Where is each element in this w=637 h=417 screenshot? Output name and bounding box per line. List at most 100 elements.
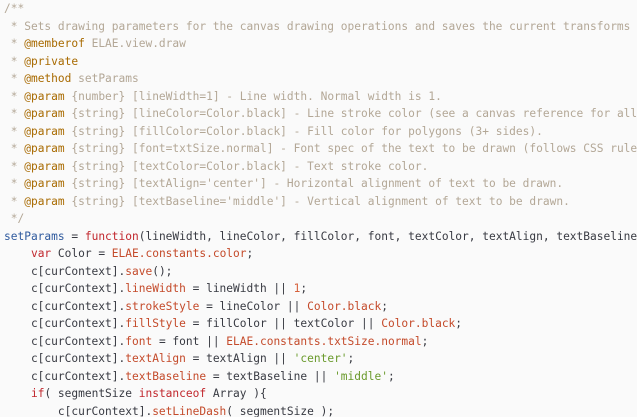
code-token: @param <box>24 89 65 103</box>
code-line[interactable]: * @param {string} [lineColor=Color.black… <box>4 105 637 122</box>
code-token: lineWidth <box>125 282 186 295</box>
code-token: ; <box>387 369 395 383</box>
code-token: = textBaseline || <box>206 369 335 383</box>
code-token: @param <box>24 159 65 173</box>
code-line[interactable]: var Color = ELAE.constants.color; <box>4 245 253 262</box>
code-token: ; <box>421 334 429 348</box>
code-token: 'middle' <box>334 369 388 383</box>
code-token: * <box>4 194 25 208</box>
code-token: c[curContext]. <box>4 404 153 417</box>
code-token: c[curContext]. <box>4 282 126 295</box>
code-token: @param <box>24 177 65 190</box>
code-token: {string} [textBaseline='middle'] - Verti… <box>64 194 570 208</box>
code-token: font <box>125 334 153 348</box>
code-token: var <box>30 247 52 260</box>
code-token: strokeStyle <box>125 299 200 313</box>
code-line[interactable]: * @memberof ELAE.view.draw <box>4 35 186 52</box>
code-line[interactable]: c[curContext].textBaseline = textBaselin… <box>4 368 395 385</box>
code-line[interactable]: if( segmentSize instanceof Array ){ <box>4 385 267 402</box>
code-token: {string} [fillColor=Color.black] - Fill … <box>64 124 543 138</box>
code-token: = lineWidth || <box>185 282 294 295</box>
code-token: * <box>4 124 25 138</box>
code-line[interactable]: c[curContext].fillStyle = fillColor || t… <box>4 315 462 332</box>
code-line[interactable]: * @private <box>4 53 78 70</box>
code-line[interactable]: c[curContext].save(); <box>4 263 172 280</box>
code-token: c[curContext]. <box>4 317 126 330</box>
code-token: textBaseline <box>125 369 207 383</box>
code-token: c[curContext]. <box>4 352 126 365</box>
code-token: = font || <box>152 334 227 348</box>
code-line[interactable]: c[curContext].textAlign = textAlign || '… <box>4 350 354 367</box>
code-token: (lineWidth, lineColor, fillColor, font, … <box>138 229 637 243</box>
code-token: * <box>4 107 25 120</box>
code-token: instanceof <box>138 387 207 400</box>
code-line[interactable]: * @method setParams <box>4 70 139 87</box>
code-line[interactable]: * @param {number} [lineWidth=1] - Line w… <box>4 88 442 105</box>
code-line[interactable]: * @param {string} [font=txtSize.normal] … <box>4 140 637 157</box>
code-token: * <box>4 54 25 68</box>
code-token: ; <box>300 282 308 295</box>
code-editor[interactable]: /** * Sets drawing parameters for the ca… <box>0 0 637 417</box>
code-token: {string} [textAlign='center'] - Horizont… <box>64 177 564 190</box>
code-token: setLineDash <box>152 404 227 417</box>
code-token: @method <box>24 72 72 85</box>
code-token: = lineColor || <box>199 299 308 313</box>
code-line[interactable]: /** <box>4 0 24 17</box>
code-token: Color.black <box>381 317 456 330</box>
code-line[interactable]: c[curContext].setLineDash( segmentSize )… <box>4 403 334 417</box>
code-token: */ <box>4 212 25 225</box>
code-token: ELAE.view.draw <box>84 37 186 50</box>
code-line[interactable]: * @param {string} [textAlign='center'] -… <box>4 175 563 192</box>
code-token: save <box>125 264 153 278</box>
code-token: = fillColor || textColor || <box>185 317 382 330</box>
code-token: ( segmentSize ); <box>226 404 335 417</box>
code-token: @param <box>24 142 65 155</box>
code-token: {string} [textColor=Color.black] - Text … <box>64 159 429 173</box>
code-line[interactable]: */ <box>4 210 24 227</box>
code-token: textAlign <box>125 352 186 365</box>
code-token: @memberof <box>24 37 85 50</box>
code-token: {string} [lineColor=Color.black] - Line … <box>71 107 637 120</box>
code-token: setParams <box>4 229 65 243</box>
code-line[interactable]: c[curContext].lineWidth = lineWidth || 1… <box>4 280 307 297</box>
code-token: ; <box>347 352 355 365</box>
code-token: ; <box>455 317 463 330</box>
code-token: c[curContext]. <box>4 299 126 313</box>
code-line[interactable]: * @param {string} [textBaseline='middle'… <box>4 193 570 210</box>
code-token: (); <box>152 264 173 278</box>
code-token: fillStyle <box>125 317 186 330</box>
code-line[interactable]: * @param {string} [textColor=Color.black… <box>4 158 429 175</box>
code-token: = <box>64 229 85 243</box>
code-line[interactable]: * @param {string} [fillColor=Color.black… <box>4 123 543 140</box>
code-token: @param <box>24 107 65 120</box>
code-token: * <box>4 37 25 50</box>
code-line[interactable]: setParams = function(lineWidth, lineColo… <box>4 228 637 245</box>
code-token: Array ){ <box>206 387 267 400</box>
code-token: * <box>4 142 25 155</box>
code-token: @param <box>24 124 65 138</box>
code-token: 'center' <box>293 352 348 365</box>
code-token: = textAlign || <box>185 352 294 365</box>
code-token: * Sets drawing parameters for the canvas… <box>4 19 637 33</box>
code-token: ; <box>246 247 254 260</box>
code-token: Color = <box>51 247 112 260</box>
code-token: setParams <box>71 72 139 85</box>
code-line[interactable]: c[curContext].strokeStyle = lineColor ||… <box>4 298 388 315</box>
code-token: c[curContext]. <box>4 334 126 348</box>
code-token: {string} [font=txtSize.normal] - Font sp… <box>64 142 637 155</box>
code-token: {number} [lineWidth=1] - Line width. Nor… <box>64 89 442 103</box>
code-token: * <box>4 159 25 173</box>
code-line[interactable]: * Sets drawing parameters for the canvas… <box>4 18 637 35</box>
code-token: c[curContext]. <box>4 264 126 278</box>
code-token: if <box>30 387 45 400</box>
code-line[interactable]: c[curContext].font = font || ELAE.consta… <box>4 333 428 350</box>
code-token: * <box>4 89 25 103</box>
code-token: ; <box>381 299 388 313</box>
code-token: /** <box>4 2 25 15</box>
code-token: ( segmentSize <box>44 387 139 400</box>
code-token: @private <box>24 54 79 68</box>
code-token: ELAE.constants.color <box>111 247 247 260</box>
code-token: * <box>4 177 25 190</box>
code-token: function <box>84 229 139 243</box>
